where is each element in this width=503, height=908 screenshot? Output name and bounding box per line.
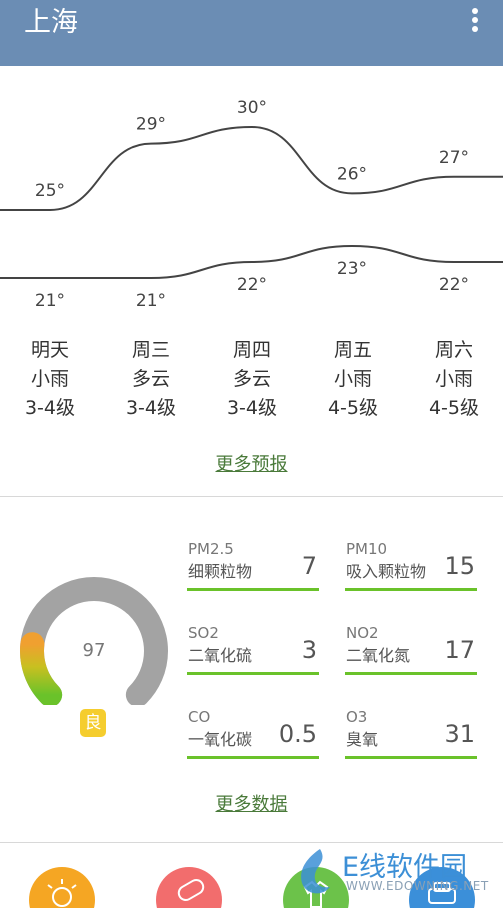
- low-temp-line: [0, 244, 503, 279]
- aqi-gauge-fill: [20, 632, 63, 705]
- metric-name: PM2.5: [188, 540, 234, 558]
- watermark-url: WWW.EDOWNING.NET: [346, 879, 489, 893]
- metric-value: 15: [444, 552, 475, 580]
- metric-value: 0.5: [278, 720, 317, 748]
- watermark-logo-icon: [301, 849, 330, 894]
- day-weather: 小雨: [434, 368, 473, 390]
- high-temp-label: 30°: [237, 98, 267, 118]
- low-temp-label: 21°: [136, 291, 166, 311]
- metric-o3[interactable]: O3 臭氧 31: [345, 707, 477, 759]
- temperature-chart: 25° 29° 30° 26° 27° 21° 21° 22° 23° 22°: [0, 98, 503, 311]
- aqi-value: 97: [82, 640, 106, 661]
- sun-icon[interactable]: [29, 867, 95, 908]
- pill-icon[interactable]: [156, 867, 222, 908]
- day-column: 周四 多云 3-4级: [202, 336, 302, 423]
- aqi-level-badge: 良: [80, 709, 106, 737]
- day-weather: 小雨: [30, 368, 69, 390]
- metric-name: PM10: [346, 540, 388, 558]
- forecast-section: 25° 29° 30° 26° 27° 21° 21° 22° 23° 22° 明天 小雨 3-4…: [0, 66, 503, 496]
- metric-value: 7: [301, 552, 317, 580]
- metric-name: SO2: [188, 624, 219, 642]
- more-forecast-link-label[interactable]: 更多预报: [216, 454, 288, 475]
- day-column: 周三 多云 3-4级: [101, 336, 201, 423]
- metric-value: 3: [301, 636, 317, 664]
- more-vert-icon[interactable]: [469, 8, 481, 34]
- day-wind: 4-5级: [428, 397, 480, 419]
- more-data-link-label[interactable]: 更多数据: [216, 794, 288, 815]
- city-title[interactable]: 上海: [24, 6, 78, 40]
- metric-no2[interactable]: NO2 二氧化氮 17: [345, 623, 477, 675]
- metric-sub: 一氧化碳: [188, 730, 253, 749]
- metric-sub: 二氧化硫: [188, 646, 253, 665]
- metric-value: 31: [444, 720, 475, 748]
- low-temp-label: 22°: [439, 275, 469, 295]
- metric-sub: 细颗粒物: [188, 562, 253, 581]
- metric-sub: 臭氧: [346, 730, 379, 749]
- high-temp-line: [0, 125, 503, 211]
- day-weather: 多云: [232, 368, 271, 390]
- low-temp-label: 23°: [337, 259, 367, 279]
- high-temp-label: 26°: [337, 164, 367, 184]
- watermark: E线软件园 WWW.EDOWNING.NET: [290, 843, 500, 908]
- high-temp-label: 25°: [35, 181, 65, 201]
- day-name: 周四: [232, 339, 271, 361]
- high-temp-label: 27°: [439, 148, 469, 168]
- metric-pm10[interactable]: PM10 吸入颗粒物 15: [345, 539, 477, 591]
- low-temp-label: 21°: [35, 291, 65, 311]
- more-data-link: 更多数据: [0, 790, 503, 816]
- metric-name: NO2: [346, 624, 379, 642]
- air-quality-section: 97 良 PM2.5 细颗粒物 7 PM10 吸入颗粒物 15 SO2 二氧化硫…: [0, 497, 503, 842]
- metric-co[interactable]: CO 一氧化碳 0.5: [187, 707, 319, 759]
- day-wind: 3-4级: [24, 397, 76, 419]
- day-name: 周三: [131, 339, 170, 361]
- day-column: 周六 小雨 4-5级: [404, 336, 503, 423]
- metric-so2[interactable]: SO2 二氧化硫 3: [187, 623, 319, 675]
- day-name: 周五: [333, 339, 372, 361]
- day-wind: 4-5级: [327, 397, 379, 419]
- app-header: 上海: [0, 0, 503, 66]
- more-forecast-link: 更多预报: [0, 450, 503, 476]
- day-name: 周六: [434, 339, 473, 361]
- day-weather: 多云: [131, 368, 170, 390]
- day-column: 明天 小雨 3-4级: [0, 336, 100, 423]
- metric-sub: 吸入颗粒物: [346, 562, 427, 581]
- metric-name: O3: [346, 708, 368, 726]
- day-name: 明天: [30, 339, 69, 361]
- day-wind: 3-4级: [125, 397, 177, 419]
- metric-name: CO: [188, 708, 211, 726]
- day-weather: 小雨: [333, 368, 372, 390]
- day-column: 周五 小雨 4-5级: [303, 336, 403, 423]
- low-temp-label: 22°: [237, 275, 267, 295]
- metric-sub: 二氧化氮: [346, 646, 411, 665]
- metric-value: 17: [444, 636, 475, 664]
- high-temp-label: 29°: [136, 115, 166, 135]
- metric-pm25[interactable]: PM2.5 细颗粒物 7: [187, 539, 319, 591]
- day-wind: 3-4级: [226, 397, 278, 419]
